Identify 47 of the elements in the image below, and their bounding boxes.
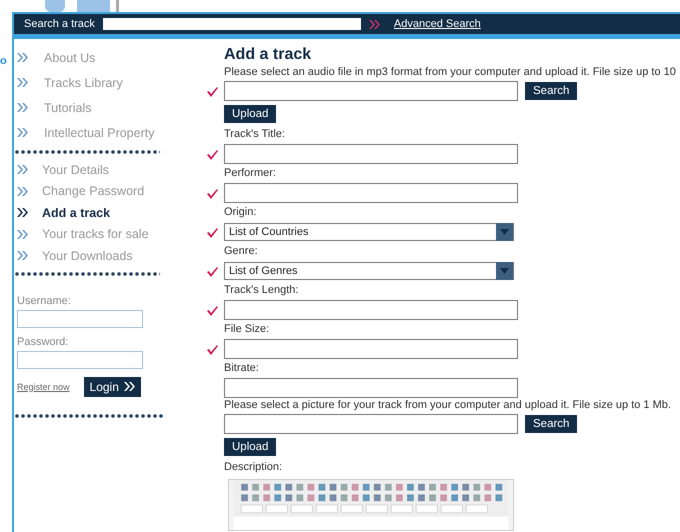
chevron-icon <box>124 382 135 391</box>
file-field[interactable] <box>224 414 518 434</box>
field-label: Username: <box>17 294 72 306</box>
chevron-icon <box>17 230 28 239</box>
text-field[interactable] <box>224 378 518 398</box>
text-field[interactable] <box>224 183 518 203</box>
upload-button[interactable]: Upload <box>224 105 276 123</box>
dropdown[interactable]: List of Countries <box>224 223 514 241</box>
login-button[interactable]: Login <box>84 376 141 396</box>
register-link[interactable]: Register now <box>17 382 70 392</box>
chevron-icon <box>17 128 28 137</box>
field-label: Genre: <box>224 244 259 259</box>
field-label: Track's Title: <box>224 127 286 142</box>
field-label: File Size: <box>224 322 270 337</box>
chevron-icon <box>17 251 28 260</box>
text-field[interactable] <box>224 300 518 320</box>
go-arrow-icon <box>368 20 380 28</box>
text-field[interactable] <box>224 144 518 164</box>
field-label: Performer: <box>224 166 277 181</box>
chevron-icon <box>17 103 28 112</box>
username-field[interactable] <box>17 310 143 328</box>
instruction-text: Please select an audio file in mp3 format from your computer and upload it. File size up to 10 <box>224 65 676 80</box>
search-field[interactable] <box>102 18 361 30</box>
file-field[interactable] <box>224 81 518 101</box>
chevron-icon <box>17 208 28 218</box>
text-field[interactable] <box>224 339 518 359</box>
background-text: o <box>0 55 7 67</box>
password-field[interactable] <box>17 350 143 368</box>
field-label: Track's Length: <box>224 283 300 298</box>
instruction-text: Please select a picture for your track from your computer and upload it. File size up to 1 Mb. <box>224 398 672 413</box>
search-label: Search a track <box>24 18 95 30</box>
nav-link[interactable]: Add a track <box>42 206 110 220</box>
field-label: Bitrate: <box>224 361 260 376</box>
chevron-icon <box>17 165 28 174</box>
chevron-icon <box>17 78 28 87</box>
search-button[interactable]: Search <box>525 415 578 433</box>
field-label: Origin: <box>224 205 258 220</box>
search-button[interactable]: Search <box>525 82 578 100</box>
page-title: Add a track <box>224 45 312 65</box>
chevron-icon <box>17 186 28 196</box>
advanced-search-link[interactable]: Advanced Search <box>394 18 481 30</box>
dropdown[interactable]: List of Genres <box>224 262 514 280</box>
chevron-icon <box>17 53 28 62</box>
field-label: Password: <box>17 336 70 348</box>
upload-button[interactable]: Upload <box>224 438 276 456</box>
editor-toolbar-drawing[interactable] <box>228 479 514 531</box>
field-label: Description: <box>224 460 284 475</box>
